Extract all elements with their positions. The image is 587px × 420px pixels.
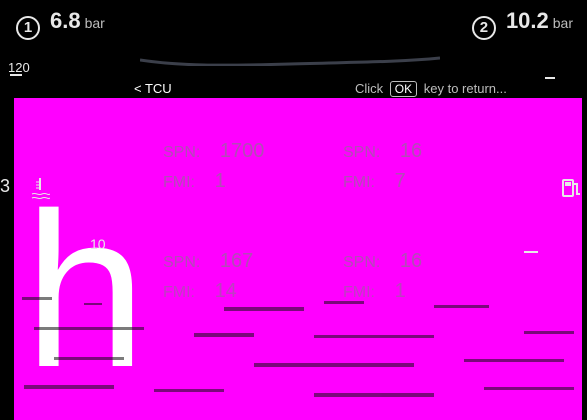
spn-value: 16 — [399, 140, 423, 162]
top-wave-decoration — [140, 56, 440, 66]
spn-label: SPN: — [163, 144, 201, 161]
fault-item: SPN: 167 — [163, 250, 253, 273]
top-status-bar: 1 6.8 bar 2 10.2 bar — [0, 0, 587, 66]
back-button[interactable]: < TCU — [134, 81, 172, 96]
spn-label: SPN: — [163, 254, 201, 271]
ok-key-icon: OK — [389, 81, 418, 97]
fmi-value: 7 — [394, 170, 406, 192]
scanline-noise — [22, 297, 574, 397]
gauge-unit-2: bar — [552, 15, 573, 31]
spn-value: 1700 — [219, 140, 265, 162]
spn-label: SPN: — [343, 144, 381, 161]
scale-top-label: 120 — [8, 60, 30, 75]
fault-item: SPN: 16 — [343, 250, 422, 273]
spn-value: 167 — [219, 250, 254, 272]
nav-row: < TCU Click OK key to return... — [0, 76, 587, 98]
fmi-value: 1 — [214, 170, 226, 192]
gauge-value-1: 6.8 — [50, 8, 81, 33]
spn-label: SPN: — [343, 254, 381, 271]
fuel-pump-icon — [562, 179, 580, 197]
fault-item: FMI: 1 — [163, 170, 226, 193]
left-edge-mark: 3 — [0, 176, 11, 196]
gauge-unit-1: bar — [84, 15, 105, 31]
hint-prefix: Click — [355, 81, 384, 96]
gauge-index-2: 2 — [471, 15, 496, 40]
scale-mid-label: 10 — [90, 236, 106, 252]
gauge-index-1: 1 — [16, 15, 40, 40]
gauge-2: 2 10.2 bar — [471, 8, 573, 40]
hint-suffix: key to return... — [423, 81, 507, 96]
gauge-value-2: 10.2 — [505, 8, 549, 33]
fault-item: SPN: 16 — [343, 140, 422, 163]
fault-item: SPN: 1700 — [163, 140, 264, 163]
fmi-label: FMI: — [343, 174, 375, 191]
spn-value: 16 — [399, 250, 423, 272]
scale-mid-tick — [524, 251, 538, 253]
gauge-1: 1 6.8 bar — [16, 8, 105, 40]
fmi-label: FMI: — [163, 174, 195, 191]
return-hint: Click OK key to return... — [355, 81, 507, 97]
fault-item: FMI: 7 — [343, 170, 406, 193]
